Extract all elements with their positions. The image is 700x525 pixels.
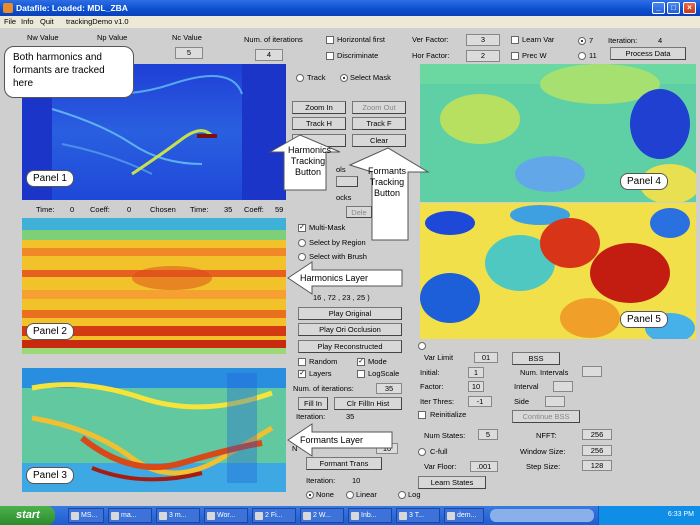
taskbar-item[interactable]: 2 Fi... (252, 508, 296, 523)
both-tracked-text: Both harmonics and formants are tracked … (13, 52, 105, 89)
taskbar-item[interactable]: Inb... (348, 508, 392, 523)
clock: 6:33 PM (667, 511, 694, 518)
taskbar-item[interactable]: dem... (444, 508, 484, 523)
both-tracked-callout: Both harmonics and formants are tracked … (4, 46, 134, 98)
taskbar-item[interactable]: 2 W... (300, 508, 344, 523)
taskbar-item[interactable]: MS... (68, 508, 104, 523)
taskbar-item[interactable]: 3 m... (156, 508, 200, 523)
harmonics-layer-callout: Harmonics Layer (300, 273, 369, 283)
start-button[interactable]: start (0, 506, 55, 525)
formants-layer-callout: Formants Layer (300, 435, 364, 445)
formants-button-callout: Formants Tracking Button (368, 166, 407, 198)
harmonics-button-callout: Harmonics Tracking Button (288, 145, 332, 177)
taskbar-item[interactable]: 3 T... (396, 508, 440, 523)
system-tray: 6:33 PM (598, 506, 700, 525)
taskbar: start MS... ma... 3 m... Wor... 2 Fi... … (0, 506, 700, 525)
taskbar-item[interactable]: ma... (108, 508, 152, 523)
taskbar-item[interactable]: Wor... (204, 508, 248, 523)
media-controls[interactable] (490, 509, 594, 522)
start-label: start (16, 509, 40, 521)
